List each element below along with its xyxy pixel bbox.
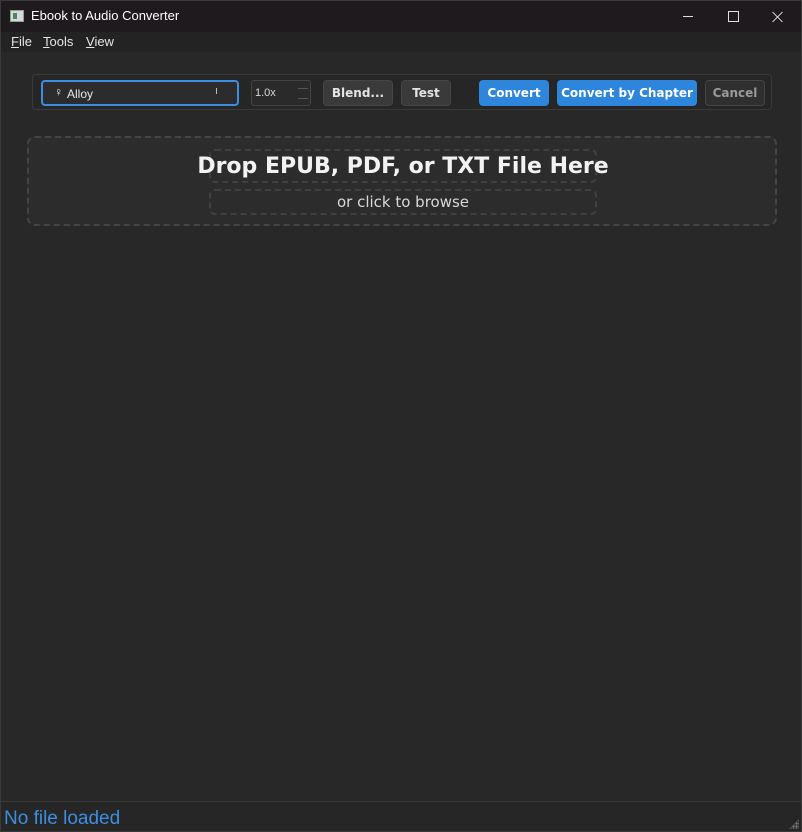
blend-button[interactable]: Blend... bbox=[323, 80, 393, 106]
status-bar: No file loaded bbox=[1, 801, 801, 831]
maximize-button[interactable] bbox=[710, 1, 756, 32]
menu-tools[interactable]: Tools bbox=[43, 34, 73, 49]
stepper-arrows[interactable] bbox=[296, 81, 310, 105]
toolbar: ♀ Alloy 1.0x Blend... Test Convert Conve… bbox=[32, 74, 772, 110]
test-button[interactable]: Test bbox=[401, 80, 451, 106]
resize-grip-icon[interactable] bbox=[789, 819, 799, 829]
menu-view[interactable]: View bbox=[86, 34, 114, 49]
convert-button[interactable]: Convert bbox=[479, 80, 549, 106]
file-drop-zone[interactable]: Drop EPUB, PDF, or TXT File Here or clic… bbox=[27, 136, 777, 226]
minimize-button[interactable] bbox=[665, 1, 711, 32]
browse-link[interactable]: or click to browse bbox=[209, 189, 597, 215]
text-cursor bbox=[216, 88, 217, 94]
increment-icon[interactable] bbox=[298, 88, 308, 89]
menu-bar: File Tools View bbox=[1, 32, 801, 52]
book-icon bbox=[10, 10, 24, 22]
close-icon bbox=[772, 11, 784, 23]
app-window: Ebook to Audio Converter File Tools View… bbox=[0, 0, 802, 832]
title-bar[interactable]: Ebook to Audio Converter bbox=[1, 1, 801, 32]
drop-zone-title: Drop EPUB, PDF, or TXT File Here bbox=[197, 149, 609, 183]
convert-by-chapter-button[interactable]: Convert by Chapter bbox=[557, 80, 697, 106]
voice-value: Alloy bbox=[67, 87, 94, 101]
menu-file[interactable]: File bbox=[11, 34, 32, 49]
decrement-icon[interactable] bbox=[298, 98, 308, 99]
cancel-button[interactable]: Cancel bbox=[705, 80, 765, 106]
minimize-icon bbox=[683, 16, 693, 17]
window-title: Ebook to Audio Converter bbox=[31, 8, 180, 23]
voice-select[interactable]: ♀ Alloy bbox=[41, 80, 239, 106]
status-text: No file loaded bbox=[4, 808, 121, 829]
speed-stepper[interactable]: 1.0x bbox=[251, 80, 311, 106]
female-icon: ♀ bbox=[54, 85, 63, 99]
close-button[interactable] bbox=[755, 1, 801, 32]
speed-value: 1.0x bbox=[255, 87, 276, 99]
maximize-icon bbox=[727, 11, 739, 22]
